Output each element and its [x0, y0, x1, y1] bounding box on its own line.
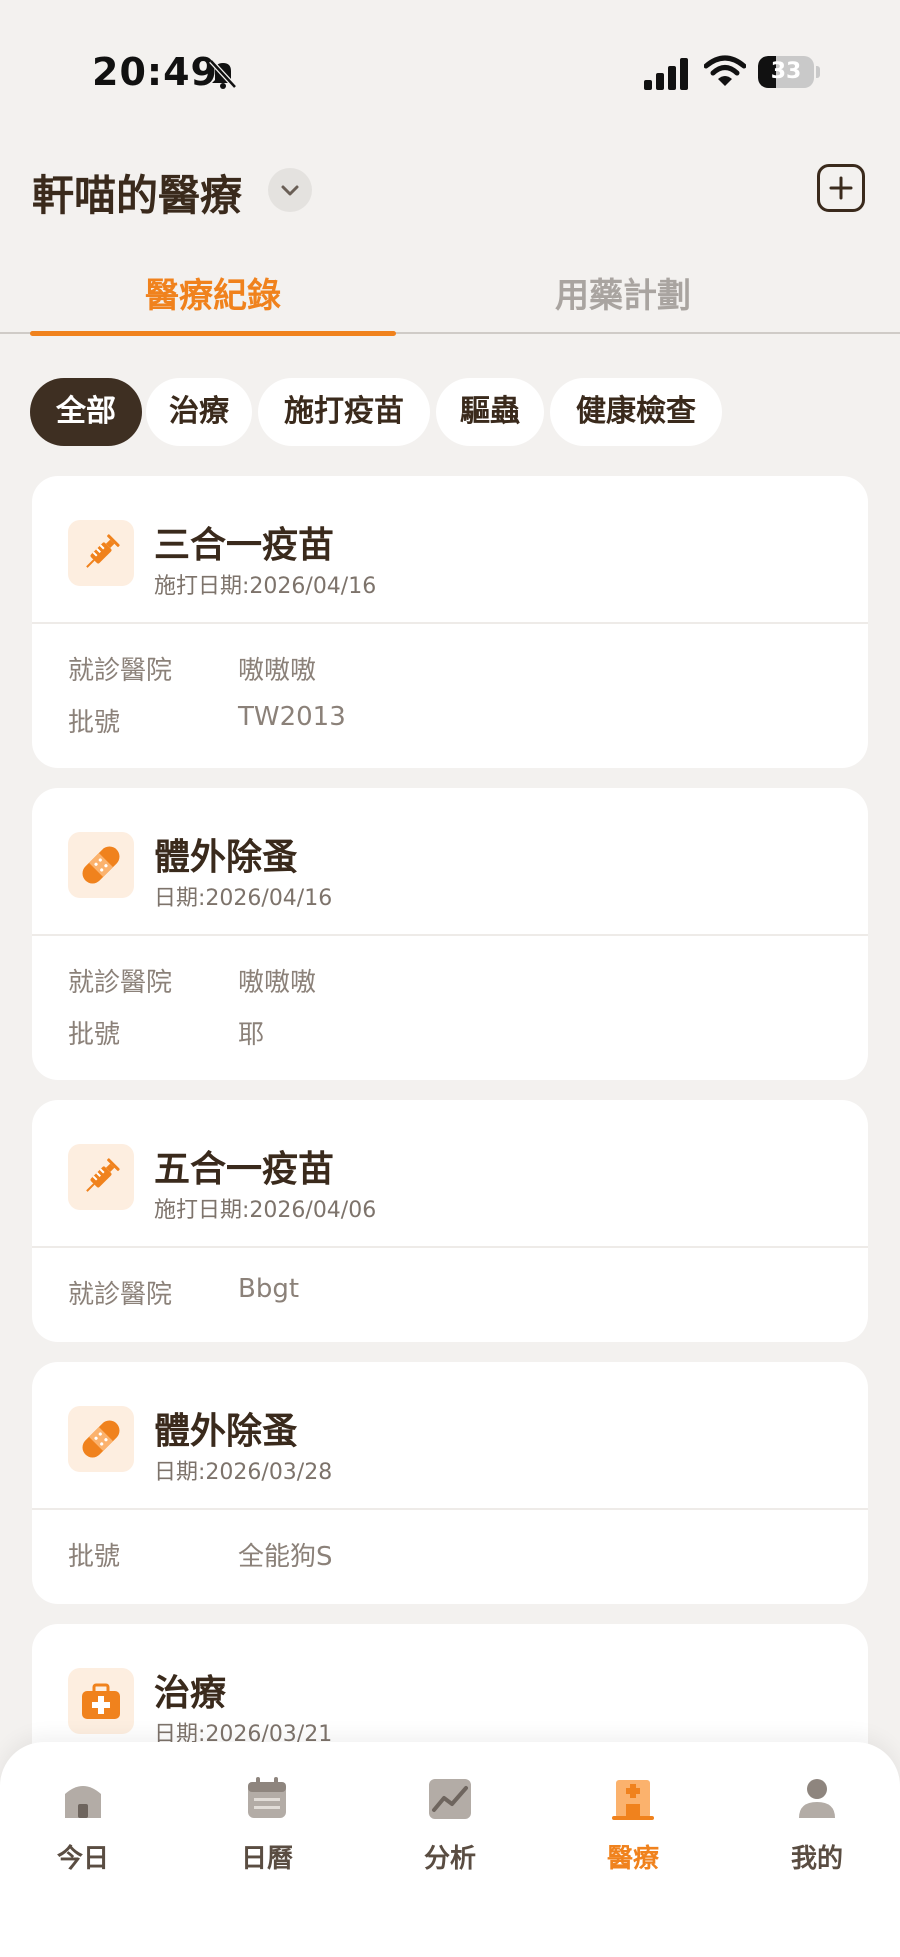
filter-chip-deworm[interactable]: 驅蟲: [436, 378, 544, 446]
row-label: 批號: [68, 1020, 121, 1050]
tab-medication-plan[interactable]: 用藥計劃: [440, 268, 806, 334]
record-card[interactable]: 五合一疫苗 施打日期:2026/04/06 就診醫院 Bbgt: [32, 1100, 868, 1342]
record-title: 三合一疫苗: [154, 525, 335, 566]
nav-label: 醫療: [606, 1844, 659, 1874]
status-bar: 20:49 33: [0, 0, 900, 130]
filter-chip-vaccine[interactable]: 施打疫苗: [258, 378, 430, 446]
chart-icon: [429, 1779, 471, 1819]
calendar-icon: [248, 1777, 286, 1818]
medkit-icon: [82, 1683, 120, 1719]
record-title: 治療: [154, 1673, 227, 1714]
nav-item-calendar[interactable]: 日曆: [207, 1772, 327, 1892]
row-value: TW2013: [238, 702, 346, 732]
filter-chip-checkup[interactable]: 健康檢查: [550, 378, 722, 446]
row-label: 就診醫院: [68, 656, 173, 686]
bell-muted-icon: [209, 59, 237, 89]
record-title: 五合一疫苗: [154, 1149, 335, 1190]
row-label: 批號: [68, 708, 121, 738]
nav-item-profile[interactable]: 我的: [757, 1772, 877, 1892]
plus-icon: [829, 176, 853, 200]
bandage-icon: [82, 1420, 120, 1458]
record-detail-row: 就診醫院 Bbgt: [68, 1274, 868, 1326]
nav-label: 分析: [423, 1844, 476, 1874]
row-value: Bbgt: [238, 1274, 300, 1304]
record-title: 體外除蚤: [154, 1411, 299, 1452]
bandage-icon: [82, 846, 120, 884]
row-label: 就診醫院: [68, 1280, 173, 1310]
battery-level: 33: [770, 59, 802, 84]
chevron-down-icon: [281, 185, 299, 196]
record-date: 日期:2026/04/16: [154, 886, 333, 911]
battery-indicator: 33: [758, 56, 820, 88]
filter-chip-treatment[interactable]: 治療: [146, 378, 252, 446]
row-value: 嗷嗷嗷: [238, 656, 317, 686]
record-detail-row: 批號 耶: [68, 1014, 868, 1066]
record-date: 施打日期:2026/04/16: [154, 574, 377, 599]
add-record-button[interactable]: [817, 164, 865, 212]
row-label: 就診醫院: [68, 968, 173, 998]
syringe-icon: [86, 534, 120, 568]
page-title: 軒喵的醫療: [32, 171, 243, 220]
nav-item-analysis[interactable]: 分析: [390, 1772, 510, 1892]
page-header: 軒喵的醫療: [0, 150, 900, 230]
record-card[interactable]: 體外除蚤 日期:2026/04/16 就診醫院 嗷嗷嗷 批號 耶: [32, 788, 868, 1080]
row-value: 嗷嗷嗷: [238, 968, 317, 998]
record-card[interactable]: 體外除蚤 日期:2026/03/28 批號 全能狗S: [32, 1362, 868, 1604]
nav-item-today[interactable]: 今日: [23, 1772, 143, 1892]
record-detail-row: 就診醫院 嗷嗷嗷: [68, 962, 868, 1014]
hospital-icon: [612, 1780, 654, 1820]
record-detail-row: 就診醫院 嗷嗷嗷: [68, 650, 868, 702]
nav-label: 我的: [790, 1844, 843, 1874]
pet-switcher-dropdown[interactable]: [268, 168, 312, 212]
syringe-icon: [86, 1158, 120, 1192]
record-date: 施打日期:2026/04/06: [154, 1198, 377, 1223]
status-time: 20:49: [92, 50, 218, 94]
nav-label: 日曆: [240, 1844, 293, 1874]
cell-signal-icon: [644, 58, 688, 90]
record-detail-row: 批號 TW2013: [68, 702, 868, 754]
record-card[interactable]: 三合一疫苗 施打日期:2026/04/16 就診醫院 嗷嗷嗷 批號 TW2013: [32, 476, 868, 768]
home-icon: [65, 1786, 101, 1818]
nav-label: 今日: [56, 1844, 109, 1874]
wifi-icon: [704, 55, 746, 86]
row-value: 耶: [238, 1020, 265, 1050]
record-title: 體外除蚤: [154, 837, 299, 878]
tab-medical-records[interactable]: 醫療紀錄: [30, 268, 396, 336]
row-label: 批號: [68, 1542, 121, 1572]
bottom-nav: 今日 日曆 分析 醫療 我的: [0, 1742, 900, 1957]
nav-item-medical[interactable]: 醫療: [573, 1772, 693, 1892]
record-detail-row: 批號 全能狗S: [68, 1536, 868, 1588]
record-date: 日期:2026/03/28: [154, 1460, 333, 1485]
row-value: 全能狗S: [238, 1542, 333, 1572]
filter-chip-all[interactable]: 全部: [30, 378, 142, 446]
tab-bar: 醫療紀錄 用藥計劃: [0, 258, 900, 336]
profile-icon: [799, 1779, 835, 1818]
